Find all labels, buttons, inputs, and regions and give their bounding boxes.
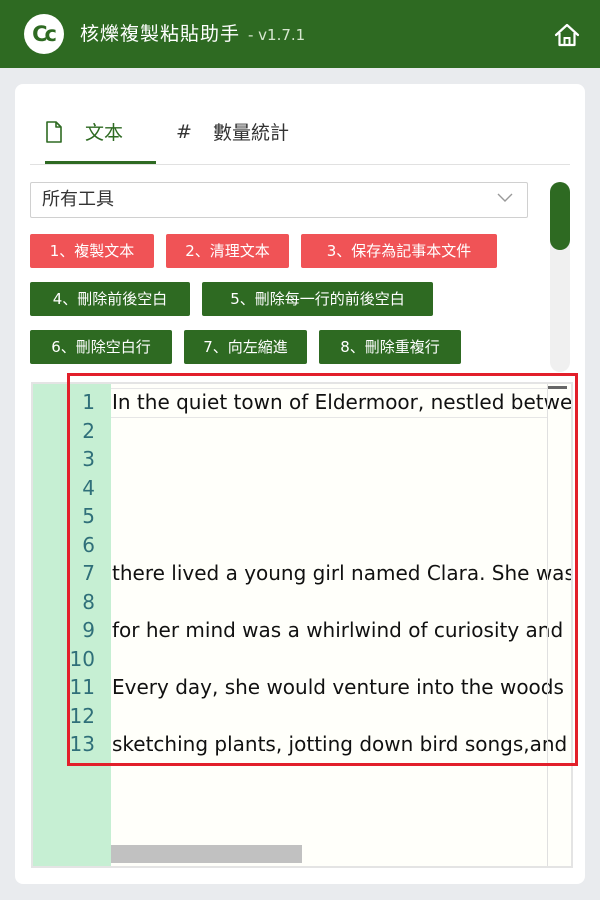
line-number: 4 <box>82 475 95 500</box>
editor-vertical-scrollbar[interactable] <box>547 384 548 866</box>
text-editor[interactable]: 1 2 3 4 5 6 7 8 9 10 11 12 13 In the qui… <box>31 382 573 868</box>
line-number: 6 <box>82 532 95 557</box>
trim-whitespace-button[interactable]: 4、刪除前後空白 <box>30 282 190 316</box>
line-number: 9 <box>82 618 95 642</box>
tool-select-value: 所有工具 <box>42 189 114 210</box>
editor-line[interactable]: sketching plants, jotting down bird song… <box>111 730 571 759</box>
hash-icon: # <box>176 121 192 143</box>
document-icon <box>46 121 62 143</box>
line-number: 5 <box>82 504 95 528</box>
editor-line[interactable]: there lived a young girl named Clara. Sh… <box>111 559 571 588</box>
app-logo: Cc <box>24 14 64 54</box>
editor-line[interactable]: for her mind was a whirlwind of curiosit… <box>111 616 571 645</box>
line-number: 11 <box>69 675 95 699</box>
editor-vertical-scrollbar-thumb[interactable] <box>548 386 567 389</box>
tab-bar: 文本 # 數量統計 <box>30 98 570 166</box>
home-button[interactable] <box>553 22 581 48</box>
line-number: 1 <box>82 390 95 414</box>
tab-text-label: 文本 <box>85 122 124 144</box>
save-as-notepad-button[interactable]: 3、保存為記事本文件 <box>301 234 497 268</box>
app-version: - v1.7.1 <box>248 26 306 44</box>
line-number: 3 <box>82 447 95 471</box>
line-number: 8 <box>82 589 95 614</box>
line-number: 7 <box>82 561 95 585</box>
line-number: 2 <box>82 418 95 443</box>
indent-left-button[interactable]: 7、向左縮進 <box>184 330 307 364</box>
app-logo-text: Cc <box>32 22 57 46</box>
line-number: 12 <box>69 703 95 728</box>
tab-count-statistics[interactable]: # 數量統計 <box>170 98 320 164</box>
tab-count-label: 數量統計 <box>213 122 290 144</box>
home-icon <box>554 23 580 47</box>
remove-blank-lines-button[interactable]: 6、刪除空白行 <box>30 330 172 364</box>
editor-line[interactable]: In the quiet town of Eldermoor, nestled … <box>111 388 571 417</box>
app-title: 核爍複製粘貼助手 <box>80 23 241 45</box>
copy-text-button[interactable]: 1、複製文本 <box>30 234 154 268</box>
editor-horizontal-scrollbar-thumb[interactable] <box>111 845 302 863</box>
tabs-divider <box>30 164 570 165</box>
panel-scrollbar-thumb[interactable] <box>550 182 570 250</box>
line-number: 13 <box>69 732 95 756</box>
tool-category-select[interactable]: 所有工具 <box>30 182 528 218</box>
editor-line[interactable]: Every day, she would venture into the wo… <box>111 673 571 702</box>
clean-text-button[interactable]: 2、清理文本 <box>166 234 289 268</box>
remove-duplicate-lines-button[interactable]: 8、刪除重複行 <box>319 330 461 364</box>
trim-each-line-button[interactable]: 5、刪除每一行的前後空白 <box>202 282 433 316</box>
line-number: 10 <box>69 646 95 671</box>
chevron-down-icon <box>497 193 513 202</box>
tab-text[interactable]: 文本 <box>45 98 156 164</box>
title-bar: Cc 核爍複製粘貼助手 - v1.7.1 <box>0 0 600 68</box>
